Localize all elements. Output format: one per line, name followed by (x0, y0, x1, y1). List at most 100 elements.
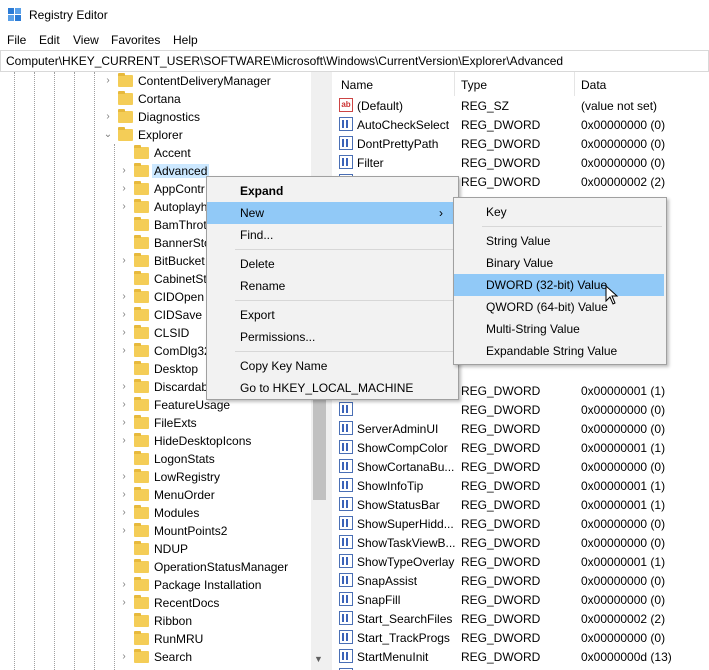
value-type: REG_DWORD (461, 517, 541, 531)
column-header-row: Name Type Data (333, 72, 709, 96)
scrollbar-thumb[interactable] (313, 390, 326, 500)
expand-chevron-icon[interactable] (118, 363, 130, 375)
scroll-down-icon[interactable]: ▼ (314, 654, 323, 664)
menu-help[interactable]: Help (173, 33, 198, 47)
menu-edit[interactable]: Edit (39, 33, 60, 47)
expand-chevron-icon[interactable]: › (102, 75, 114, 87)
expand-chevron-icon[interactable]: › (118, 255, 130, 267)
expand-chevron-icon[interactable]: › (118, 201, 130, 213)
context-menu-item[interactable]: Find... (207, 224, 456, 246)
value-row[interactable]: SnapFill REG_DWORD 0x00000000 (0) (333, 590, 709, 609)
tree-node-label: Desktop (154, 362, 199, 376)
expand-chevron-icon[interactable] (118, 273, 130, 285)
expand-chevron-icon[interactable]: › (118, 651, 130, 663)
menu-bar: File Edit View Favorites Help (0, 30, 709, 50)
value-row[interactable]: DontPrettyPath REG_DWORD 0x00000000 (0) (333, 134, 709, 153)
expand-chevron-icon[interactable] (118, 147, 130, 159)
expand-chevron-icon[interactable]: › (118, 183, 130, 195)
submenu-item[interactable]: DWORD (32-bit) Value (454, 274, 664, 296)
value-row[interactable]: ab (Default) REG_SZ (value not set) (333, 96, 709, 115)
tree-guide-line (34, 72, 35, 670)
expand-chevron-icon[interactable]: › (118, 471, 130, 483)
expand-chevron-icon[interactable]: › (118, 345, 130, 357)
value-type: REG_SZ (461, 99, 510, 113)
folder-icon (134, 469, 149, 483)
menu-view[interactable]: View (73, 33, 99, 47)
expand-chevron-icon[interactable]: › (118, 327, 130, 339)
expand-chevron-icon[interactable]: › (118, 165, 130, 177)
menu-item-label: Go to HKEY_LOCAL_MACHINE (240, 381, 414, 395)
context-menu-item[interactable]: New › (207, 202, 456, 224)
submenu-item[interactable]: Key (454, 201, 664, 223)
expand-chevron-icon[interactable] (118, 237, 130, 249)
menu-item-label: DWORD (32-bit) Value (486, 278, 608, 292)
value-row[interactable]: Start_TrackProgs REG_DWORD 0x00000000 (0) (333, 628, 709, 647)
context-menu-item[interactable]: Delete (207, 253, 456, 275)
context-menu-item[interactable]: Export (207, 304, 456, 326)
value-type: REG_DWORD (461, 536, 541, 550)
menu-favorites[interactable]: Favorites (111, 33, 160, 47)
expand-chevron-icon[interactable]: › (118, 435, 130, 447)
expand-chevron-icon[interactable] (118, 633, 130, 645)
column-header-data[interactable]: Data (581, 78, 606, 92)
expand-chevron-icon[interactable] (118, 219, 130, 231)
expand-chevron-icon[interactable]: › (118, 291, 130, 303)
expand-chevron-icon[interactable]: › (118, 399, 130, 411)
expand-chevron-icon[interactable] (118, 615, 130, 627)
value-row[interactable]: REG_DWORD 0x00000000 (0) (333, 400, 709, 419)
expand-chevron-icon[interactable]: › (118, 381, 130, 393)
value-type: REG_DWORD (461, 593, 541, 607)
context-menu-item[interactable]: Rename (207, 275, 456, 297)
expand-chevron-icon[interactable]: › (118, 309, 130, 321)
value-row[interactable]: ShowSuperHidd... REG_DWORD 0x00000000 (0) (333, 514, 709, 533)
expand-chevron-icon[interactable] (118, 561, 130, 573)
column-header-name[interactable]: Name (341, 78, 373, 92)
value-row[interactable]: ShowStatusBar REG_DWORD 0x00000001 (1) (333, 495, 709, 514)
context-menu-item[interactable]: Go to HKEY_LOCAL_MACHINE (207, 377, 456, 399)
binary-value-icon (339, 573, 353, 587)
value-row[interactable]: StartMenuInit REG_DWORD 0x0000000d (13) (333, 647, 709, 666)
menu-item-label: Multi-String Value (486, 322, 580, 336)
value-row[interactable]: AutoCheckSelect REG_DWORD 0x00000000 (0) (333, 115, 709, 134)
tree-guide-line (74, 72, 75, 670)
tree-node-label: FileExts (154, 416, 197, 430)
menu-file[interactable]: File (7, 33, 26, 47)
submenu-item[interactable]: Binary Value (454, 252, 664, 274)
submenu-item[interactable]: Expandable String Value (454, 340, 664, 362)
context-menu-item[interactable]: Expand (207, 180, 456, 202)
address-bar[interactable]: Computer\HKEY_CURRENT_USER\SOFTWARE\Micr… (0, 50, 709, 72)
value-row[interactable]: ShowTaskViewB... REG_DWORD 0x00000000 (0) (333, 533, 709, 552)
value-row[interactable]: StoreAppsOnTas...REG_DWORD0x00000001 (1) (333, 666, 709, 670)
value-type: REG_DWORD (461, 631, 541, 645)
value-row[interactable]: SnapAssist REG_DWORD 0x00000000 (0) (333, 571, 709, 590)
value-row[interactable]: ShowCortanaBu... REG_DWORD 0x00000000 (0) (333, 457, 709, 476)
expand-chevron-icon[interactable]: › (102, 111, 114, 123)
value-row[interactable]: ShowInfoTip REG_DWORD 0x00000001 (1) (333, 476, 709, 495)
value-row[interactable]: Filter REG_DWORD 0x00000000 (0) (333, 153, 709, 172)
expand-chevron-icon[interactable] (102, 93, 114, 105)
expand-chevron-icon[interactable]: ⌄ (102, 129, 114, 141)
expand-chevron-icon[interactable]: › (118, 597, 130, 609)
submenu-item[interactable]: QWORD (64-bit) Value (454, 296, 664, 318)
folder-icon (134, 415, 149, 429)
context-menu-item[interactable]: Permissions... (207, 326, 456, 348)
value-row[interactable]: ShowCompColor REG_DWORD 0x00000001 (1) (333, 438, 709, 457)
value-row[interactable]: ShowTypeOverlay REG_DWORD 0x00000001 (1) (333, 552, 709, 571)
expand-chevron-icon[interactable]: › (118, 489, 130, 501)
address-path[interactable]: Computer\HKEY_CURRENT_USER\SOFTWARE\Micr… (6, 54, 563, 68)
value-row[interactable]: Start_SearchFiles REG_DWORD 0x00000002 (2) (333, 609, 709, 628)
value-row[interactable]: ServerAdminUI REG_DWORD 0x00000000 (0) (333, 419, 709, 438)
value-name: ShowCortanaBu... (357, 460, 455, 474)
expand-chevron-icon[interactable]: › (118, 525, 130, 537)
expand-chevron-icon[interactable]: › (118, 507, 130, 519)
expand-chevron-icon[interactable]: › (118, 417, 130, 429)
folder-icon (134, 145, 149, 159)
column-header-type[interactable]: Type (461, 78, 487, 92)
expand-chevron-icon[interactable] (118, 543, 130, 555)
tree-node-label: Autoplayh (154, 200, 208, 214)
expand-chevron-icon[interactable] (118, 453, 130, 465)
submenu-item[interactable]: Multi-String Value (454, 318, 664, 340)
submenu-item[interactable]: String Value (454, 230, 664, 252)
context-menu-item[interactable]: Copy Key Name (207, 355, 456, 377)
expand-chevron-icon[interactable]: › (118, 579, 130, 591)
